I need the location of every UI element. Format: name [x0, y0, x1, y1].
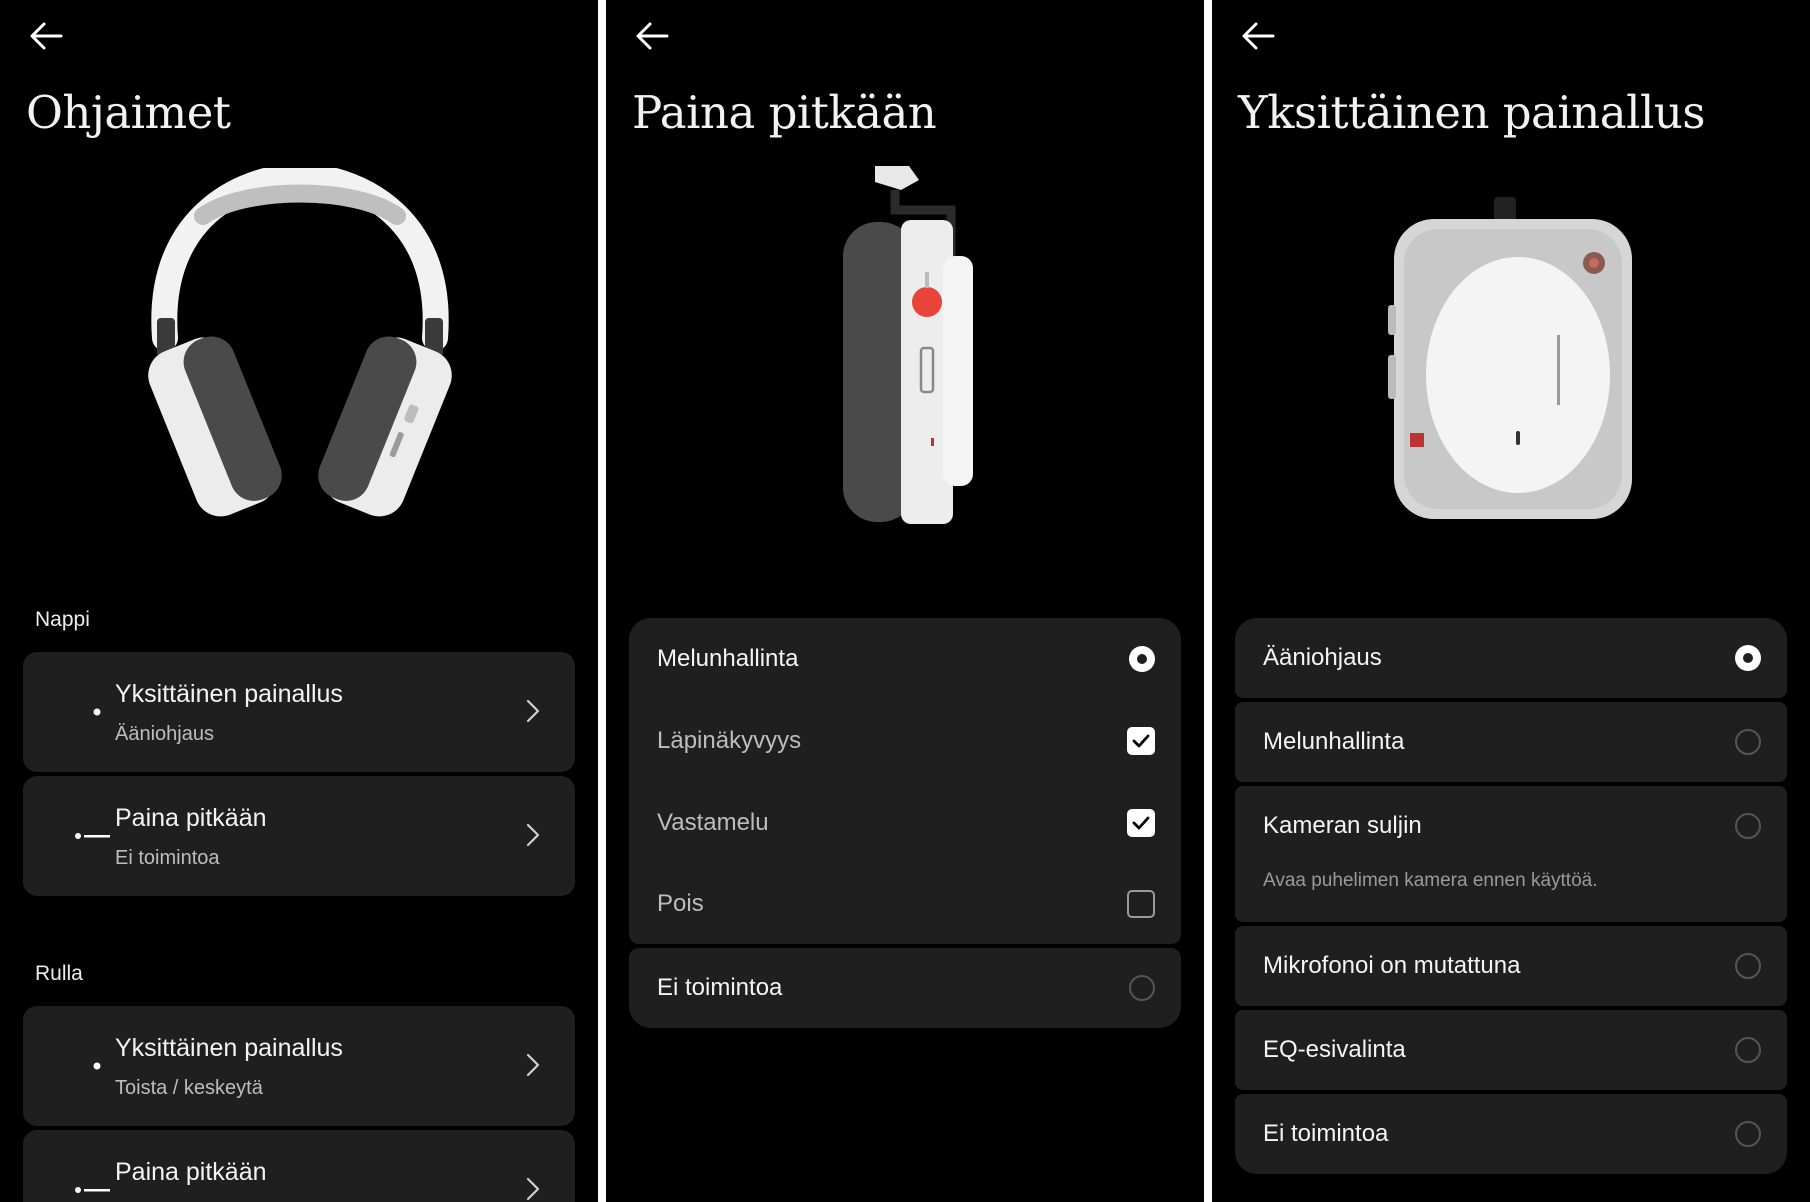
option-off[interactable]: Pois — [629, 864, 1181, 944]
option-noise-control[interactable]: Melunhallinta — [629, 618, 1181, 700]
roller-long-press-item[interactable]: Paina pitkään — [23, 1130, 575, 1202]
radio-unselected[interactable] — [1735, 1037, 1761, 1063]
option-transparency[interactable]: Läpinäkyvyys — [629, 700, 1181, 782]
long-press-screen: Paina pitkään Melunhallinta Läpinäkyvyys — [606, 0, 1204, 1202]
chevron-right-icon — [526, 1053, 540, 1077]
item-title: Yksittäinen painallus — [115, 1034, 343, 1062]
button-single-press-item[interactable]: Yksittäinen painallus Ääniohjaus — [23, 652, 575, 772]
checkbox-checked[interactable] — [1127, 809, 1155, 837]
chevron-right-icon — [526, 1177, 540, 1201]
option-eq-preset[interactable]: EQ-esivalinta — [1235, 1010, 1787, 1090]
option-label: Läpinäkyvyys — [657, 727, 802, 754]
section-label-roller: Rulla — [35, 962, 83, 985]
chevron-right-icon — [526, 823, 540, 847]
screens-strip: Ohjaimet Nappi Yksittäinen painallus Ään… — [0, 0, 1810, 1202]
option-label: Melunhallinta — [1263, 728, 1405, 755]
option-note: Avaa puhelimen kamera ennen käyttöä. — [1263, 870, 1598, 891]
option-label: Ei toimintoa — [1263, 1120, 1389, 1147]
page-title: Paina pitkään — [632, 86, 937, 139]
radio-unselected[interactable] — [1735, 813, 1761, 839]
chevron-right-icon — [526, 699, 540, 723]
item-value: Ei toimintoa — [115, 847, 220, 869]
option-label: Ääniohjaus — [1263, 644, 1382, 671]
controls-screen: Ohjaimet Nappi Yksittäinen painallus Ään… — [0, 0, 598, 1202]
option-label: Mikrofonoi on mutattuna — [1263, 952, 1521, 979]
option-voice-control[interactable]: Ääniohjaus — [1235, 618, 1787, 698]
roller-single-press-item[interactable]: Yksittäinen painallus Toista / keskeytä — [23, 1006, 575, 1126]
headphones-earcup-image — [1382, 195, 1642, 535]
headphones-front-image — [135, 162, 465, 518]
option-label: Melunhallinta — [657, 645, 799, 672]
item-title: Paina pitkään — [115, 1158, 267, 1186]
no-action-option[interactable]: Ei toimintoa — [629, 948, 1181, 1028]
option-mic-mute[interactable]: Mikrofonoi on mutattuna — [1235, 926, 1787, 1006]
back-arrow-icon[interactable] — [632, 18, 672, 54]
option-label: Vastamelu — [657, 809, 769, 836]
option-label: Ei toimintoa — [657, 974, 783, 1001]
option-anc[interactable]: Vastamelu — [629, 782, 1181, 864]
item-title: Paina pitkään — [115, 804, 267, 832]
radio-unselected[interactable] — [1735, 953, 1761, 979]
radio-unselected[interactable] — [1735, 1121, 1761, 1147]
single-press-icon — [93, 708, 101, 716]
item-value: Ääniohjaus — [115, 723, 214, 745]
radio-unselected[interactable] — [1129, 975, 1155, 1001]
page-title: Yksittäinen painallus — [1238, 86, 1705, 139]
section-label-button: Nappi — [35, 608, 90, 631]
check-icon — [1132, 734, 1150, 748]
checkbox-unchecked[interactable] — [1127, 890, 1155, 918]
option-label: EQ-esivalinta — [1263, 1036, 1406, 1063]
radio-selected[interactable] — [1129, 646, 1155, 672]
headphones-side-image — [831, 160, 981, 530]
page-title: Ohjaimet — [26, 86, 231, 139]
radio-unselected[interactable] — [1735, 729, 1761, 755]
check-icon — [1132, 816, 1150, 830]
radio-selected[interactable] — [1735, 645, 1761, 671]
option-camera-shutter[interactable]: Kameran suljin Avaa puhelimen kamera enn… — [1235, 786, 1787, 922]
single-press-icon — [93, 1062, 101, 1070]
long-press-options-group: Melunhallinta Läpinäkyvyys Vastamelu Poi… — [629, 618, 1181, 944]
back-arrow-icon[interactable] — [1238, 18, 1278, 54]
option-label: Pois — [657, 890, 704, 917]
long-press-icon — [75, 833, 110, 839]
item-title: Yksittäinen painallus — [115, 680, 343, 708]
single-press-screen: Yksittäinen painallus Ääniohjaus Melunha… — [1212, 0, 1810, 1202]
option-label: Kameran suljin — [1263, 812, 1422, 839]
long-press-icon — [75, 1187, 110, 1193]
option-no-action[interactable]: Ei toimintoa — [1235, 1094, 1787, 1174]
checkbox-checked[interactable] — [1127, 727, 1155, 755]
button-long-press-item[interactable]: Paina pitkään Ei toimintoa — [23, 776, 575, 896]
item-value: Toista / keskeytä — [115, 1077, 263, 1099]
option-noise-control[interactable]: Melunhallinta — [1235, 702, 1787, 782]
back-arrow-icon[interactable] — [26, 18, 66, 54]
